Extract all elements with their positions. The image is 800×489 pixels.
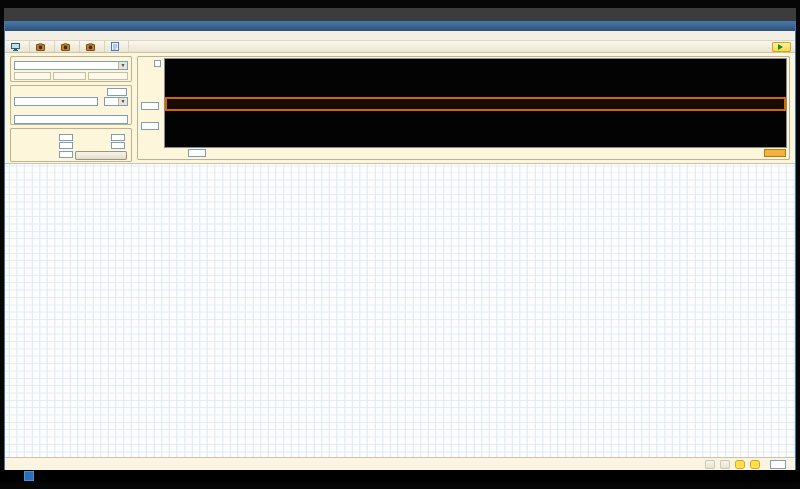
- toolbar: [5, 41, 795, 53]
- sync-group: [10, 128, 132, 162]
- workspace-badge[interactable]: [24, 471, 34, 481]
- filename-field[interactable]: [14, 97, 98, 106]
- total-image-button[interactable]: [80, 41, 105, 52]
- falling-speed-field[interactable]: [111, 142, 125, 149]
- host-status-bar: [0, 470, 800, 482]
- rising-speed-field[interactable]: [111, 134, 125, 141]
- control-panels: ▼ ▼: [5, 53, 795, 163]
- camera-select[interactable]: ▼: [14, 61, 128, 70]
- spectrum-chart[interactable]: [5, 163, 795, 457]
- play-icon: [778, 44, 783, 50]
- video-controls-button[interactable]: [5, 41, 30, 52]
- app-menubar: [5, 31, 795, 41]
- title-bar: [5, 22, 795, 31]
- spectrum-image-button[interactable]: [30, 41, 55, 52]
- scan-region-band[interactable]: [165, 97, 786, 111]
- slot-stop-field[interactable]: [59, 142, 73, 149]
- colors-button[interactable]: [750, 460, 760, 469]
- chevron-down-icon: ▼: [118, 62, 127, 69]
- input-group: [137, 56, 790, 160]
- camera-icon: [86, 42, 95, 51]
- monitor-icon: [11, 42, 20, 51]
- filter-field[interactable]: [770, 460, 786, 469]
- end-x-field[interactable]: [764, 149, 786, 157]
- chevron-down-icon: ▼: [118, 98, 127, 105]
- resolution-readout: [14, 72, 51, 80]
- start-x-field[interactable]: [188, 149, 206, 157]
- camera-icon: [61, 42, 70, 51]
- peaks-button[interactable]: [735, 460, 745, 469]
- start-y-field[interactable]: [141, 122, 159, 130]
- jpeg-quality-field[interactable]: [107, 88, 127, 96]
- bottom-controls: [705, 459, 791, 470]
- latency-readout: [88, 72, 128, 80]
- format-select[interactable]: ▼: [104, 97, 128, 106]
- camera-image-button[interactable]: [55, 41, 80, 52]
- path-field[interactable]: [14, 115, 128, 124]
- camera-preview[interactable]: [164, 58, 787, 148]
- reset-spectrum-button[interactable]: [75, 151, 127, 160]
- write-datafile-button[interactable]: [105, 41, 129, 52]
- size-y-field[interactable]: [141, 102, 159, 110]
- camera-icon: [36, 42, 45, 51]
- slot-run-field[interactable]: [59, 134, 73, 141]
- host-menubar: [4, 8, 796, 21]
- dips-button[interactable]: [720, 460, 730, 469]
- reference-button[interactable]: [705, 460, 715, 469]
- bottom-bar: [5, 457, 795, 470]
- save-image-group: ▼: [10, 85, 132, 125]
- run-button[interactable]: [772, 42, 791, 52]
- fps-readout: [53, 72, 86, 80]
- app-window: ▼ ▼: [4, 21, 796, 470]
- video-input-group: ▼: [10, 56, 132, 82]
- flip-checkbox[interactable]: [154, 60, 161, 67]
- datafile-icon: [111, 42, 119, 51]
- slot-writefile-field[interactable]: [59, 151, 73, 158]
